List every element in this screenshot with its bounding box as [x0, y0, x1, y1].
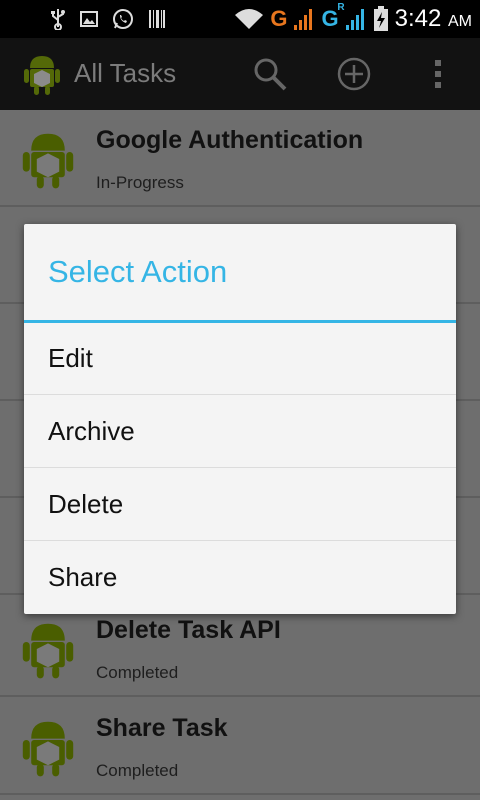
task-status: In-Progress: [96, 173, 184, 192]
edit-action-item[interactable]: Edit: [24, 323, 456, 395]
barcode-icon: [149, 10, 165, 28]
usb-icon: [51, 9, 65, 30]
network-type-label-2: GR: [321, 2, 345, 31]
task-status: Completed: [96, 761, 179, 780]
android-task-icon: [20, 128, 76, 195]
screen-title: All Tasks: [74, 58, 177, 88]
task-title: Google Authentication: [96, 126, 364, 154]
overflow-menu-icon: [435, 60, 441, 88]
archive-action-label: Archive: [48, 416, 135, 446]
clock: 3:42 AM: [394, 5, 472, 32]
signal-icon-2: [345, 9, 364, 30]
share-action-label: Share: [48, 562, 118, 592]
dialog-title: Select Action: [48, 254, 228, 289]
search-button[interactable]: [250, 54, 290, 94]
overflow-menu-button[interactable]: [418, 54, 458, 94]
add-task-button[interactable]: [334, 54, 374, 94]
add-icon: [337, 57, 371, 91]
image-icon: [80, 11, 98, 27]
share-action-item[interactable]: Share: [24, 542, 456, 614]
archive-action-item[interactable]: Archive: [24, 396, 456, 468]
task-row[interactable]: Share Task Completed: [0, 698, 480, 795]
battery-charging-icon: [373, 6, 388, 31]
android-task-icon: [20, 716, 76, 783]
signal-icon: [294, 9, 313, 30]
delete-action-label: Delete: [48, 489, 124, 519]
whatsapp-icon: [113, 9, 133, 29]
task-status: Completed: [96, 663, 179, 682]
task-row[interactable]: Delete Task API Completed: [0, 600, 480, 697]
action-bar: All Tasks: [0, 38, 480, 110]
app-logo-icon[interactable]: [22, 52, 62, 101]
delete-action-item[interactable]: Delete: [24, 469, 456, 541]
task-title: Share Task: [96, 714, 228, 742]
status-bar: G GR 3:42 AM: [0, 0, 480, 38]
system-indicators: G GR 3:42 AM: [234, 2, 472, 34]
select-action-dialog: Select Action Edit Archive Delete Share: [24, 224, 456, 614]
notification-icons: [50, 7, 166, 31]
edit-action-label: Edit: [48, 343, 93, 373]
wifi-icon: [235, 9, 264, 29]
network-type-label: G: [270, 6, 288, 31]
task-row[interactable]: Google Authentication In-Progress: [0, 110, 480, 207]
search-icon: [254, 58, 287, 91]
android-task-icon: [20, 618, 76, 685]
task-title: Delete Task API: [96, 616, 281, 644]
